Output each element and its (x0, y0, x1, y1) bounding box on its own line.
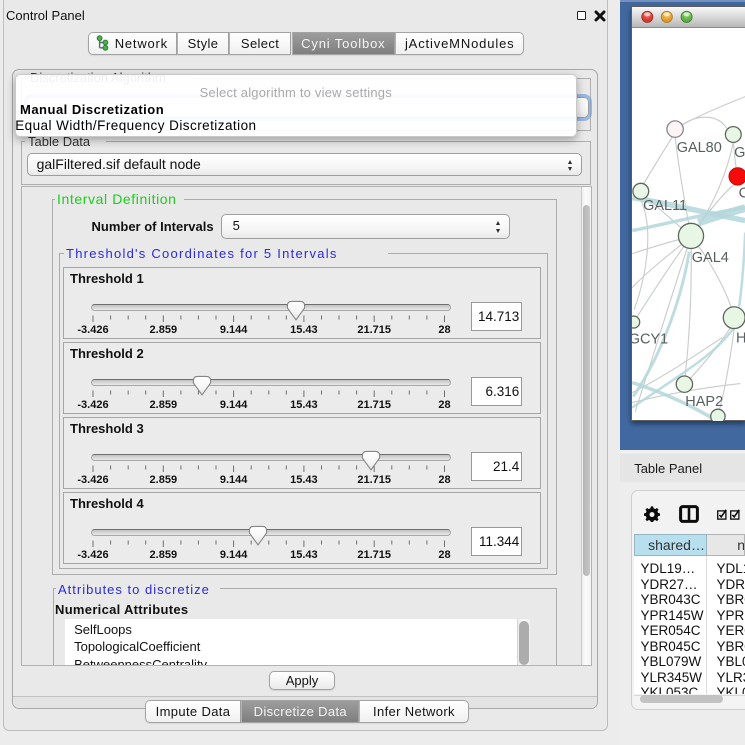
svg-text:GAL11: GAL11 (643, 198, 687, 214)
svg-text:GAL80: GAL80 (676, 140, 721, 156)
svg-text:HIS5: HIS5 (736, 331, 745, 347)
svg-text:GAL: GAL (734, 145, 745, 161)
svg-text:GCY1: GCY1 (632, 332, 668, 348)
svg-text:HAP2: HAP2 (685, 394, 723, 410)
svg-text:CY: CY (738, 186, 745, 202)
svg-text:GAL4: GAL4 (692, 250, 729, 266)
